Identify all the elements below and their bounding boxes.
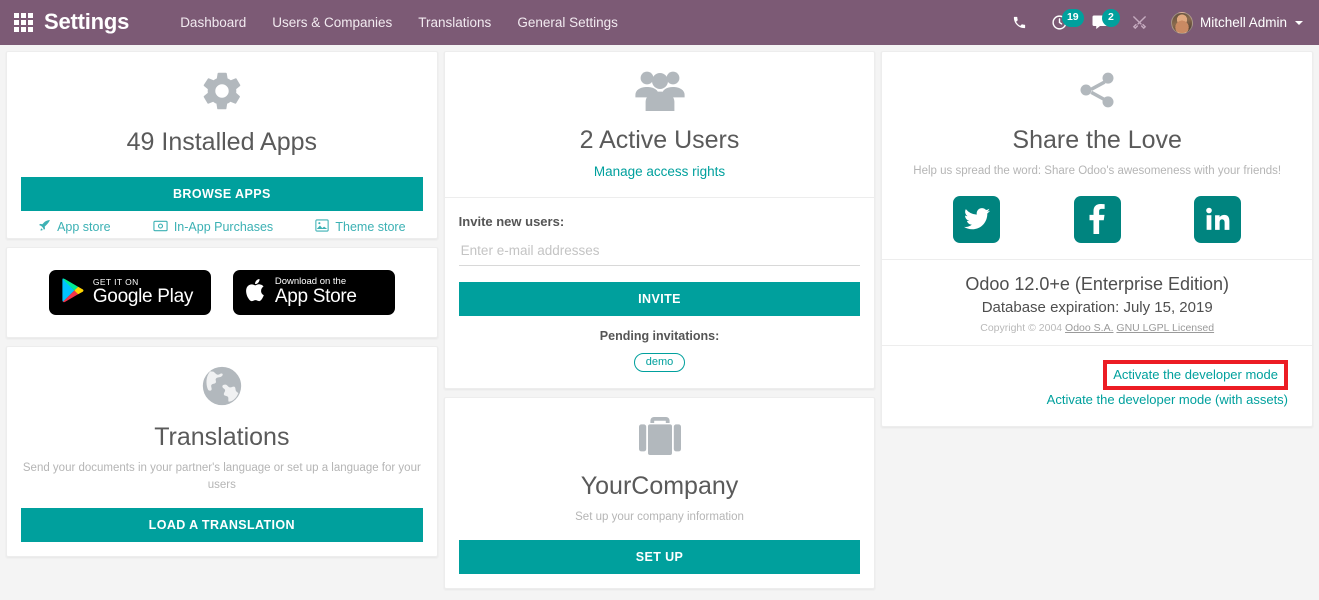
- tools-wrench-icon[interactable]: [1121, 0, 1159, 45]
- theme-store-link[interactable]: Theme store: [315, 219, 406, 235]
- load-translation-button[interactable]: LOAD A TRANSLATION: [21, 507, 423, 542]
- app-store-big-label: App Store: [274, 286, 357, 308]
- navbar-right-tools: 19 2 Mitchell Admin: [1001, 0, 1307, 45]
- manage-access-rights-link[interactable]: Manage access rights: [445, 164, 875, 179]
- odoo-version-label: Odoo 12.0+e (Enterprise Edition): [965, 273, 1229, 294]
- translations-card: Translations Send your documents in your…: [6, 346, 438, 557]
- globe-icon: [7, 363, 437, 414]
- database-expiration-label: Database expiration: July 15, 2019: [981, 298, 1213, 316]
- share-and-version-card: Share the Love Help us spread the word: …: [881, 51, 1314, 427]
- copyright-line: Copyright © 2004 Odoo S.A. GNU LGPL Lice…: [892, 322, 1302, 334]
- app-brand-title[interactable]: Settings: [44, 9, 129, 37]
- version-info: Odoo 12.0+e (Enterprise Edition) Databas…: [882, 260, 1312, 345]
- share-nodes-icon: [882, 68, 1312, 117]
- social-links: [882, 180, 1312, 259]
- active-users-title: 2 Active Users: [579, 126, 740, 154]
- gear-icon: [7, 68, 437, 119]
- gnu-lgpl-link[interactable]: GNU LGPL Licensed: [1116, 322, 1214, 334]
- menu-item-general-settings[interactable]: General Settings: [504, 3, 631, 42]
- app-store-badge[interactable]: Download on the App Store: [232, 270, 395, 316]
- main-menu: Dashboard Users & Companies Translations…: [167, 3, 631, 42]
- share-subtitle: Help us spread the word: Share Odoo's aw…: [913, 165, 1282, 177]
- settings-dashboard: 49 Installed Apps BROWSE APPS App store: [0, 45, 1319, 600]
- twitter-icon[interactable]: [953, 195, 1001, 243]
- in-app-purchases-label: In-App Purchases: [173, 220, 274, 234]
- linkedin-icon[interactable]: [1194, 195, 1242, 243]
- translations-subtitle: Send your documents in your partner's la…: [22, 462, 421, 491]
- company-card: YourCompany Set up your company informat…: [443, 397, 876, 589]
- active-users-card: 2 Active Users Manage access rights Invi…: [443, 51, 876, 389]
- copyright-prefix: Copyright © 2004: [980, 321, 1066, 334]
- odoo-sa-link[interactable]: Odoo S.A.: [1065, 322, 1113, 334]
- user-name-label: Mitchell Admin: [1199, 15, 1287, 30]
- browse-apps-button[interactable]: BROWSE APPS: [21, 177, 423, 211]
- image-icon: [315, 219, 330, 235]
- pending-invitations-label: Pending invitations:: [599, 329, 720, 343]
- activate-developer-mode-assets-link[interactable]: Activate the developer mode (with assets…: [1047, 390, 1288, 410]
- dashboard-column-3: Share the Love Help us spread the word: …: [881, 51, 1314, 427]
- pending-invitations-list: demo: [459, 352, 861, 372]
- mobile-apps-card: GET IT ON Google Play Download on the Ap…: [6, 247, 438, 339]
- company-subtitle: Set up your company information: [575, 511, 744, 523]
- pending-invitation-pill[interactable]: demo: [633, 353, 686, 372]
- apple-icon: [245, 277, 267, 308]
- google-play-badge[interactable]: GET IT ON Google Play: [48, 270, 211, 316]
- share-title: Share the Love: [1012, 126, 1182, 154]
- chevron-down-icon: [1295, 20, 1303, 25]
- installed-apps-card: 49 Installed Apps BROWSE APPS App store: [6, 51, 438, 239]
- installed-apps-title: 49 Installed Apps: [126, 128, 318, 156]
- rocket-icon: [38, 219, 51, 235]
- company-title: YourCompany: [580, 472, 739, 500]
- money-bill-icon: [153, 220, 168, 235]
- activate-developer-mode-link[interactable]: Activate the developer mode: [1113, 365, 1278, 385]
- menu-item-users-companies[interactable]: Users & Companies: [259, 3, 405, 42]
- translations-title: Translations: [154, 423, 290, 452]
- messages-count-badge: 2: [1101, 9, 1120, 27]
- developer-mode-highlight: Activate the developer mode: [1103, 359, 1289, 391]
- top-navbar: Settings Dashboard Users & Companies Tra…: [0, 0, 1319, 45]
- chat-messages-icon[interactable]: 2: [1081, 0, 1120, 45]
- clock-activity-icon[interactable]: 19: [1041, 0, 1084, 45]
- facebook-icon[interactable]: [1073, 195, 1121, 243]
- apps-grid-icon[interactable]: [8, 8, 38, 38]
- menu-item-translations[interactable]: Translations: [405, 3, 504, 42]
- users-group-icon: [445, 68, 875, 117]
- invite-button[interactable]: INVITE: [458, 282, 861, 316]
- user-menu[interactable]: Mitchell Admin: [1161, 0, 1307, 45]
- phone-icon[interactable]: [1001, 0, 1039, 45]
- briefcase-icon: [445, 414, 875, 463]
- menu-item-dashboard[interactable]: Dashboard: [167, 3, 259, 42]
- theme-store-label: Theme store: [335, 220, 406, 234]
- developer-mode-block: Activate the developer mode Activate the…: [882, 346, 1312, 426]
- dashboard-column-1: 49 Installed Apps BROWSE APPS App store: [6, 51, 438, 557]
- app-store-link-label: App store: [57, 220, 111, 234]
- google-play-big-label: Google Play: [92, 285, 194, 307]
- company-setup-button[interactable]: SET UP: [458, 539, 861, 574]
- apps-store-links: App store In-App Purchases Theme store: [7, 211, 437, 238]
- invite-email-input[interactable]: [458, 238, 861, 266]
- google-play-icon: [61, 277, 85, 308]
- dashboard-column-2: 2 Active Users Manage access rights Invi…: [443, 51, 876, 589]
- in-app-purchases-link[interactable]: In-App Purchases: [153, 220, 273, 235]
- invite-label: Invite new users:: [458, 214, 565, 229]
- user-avatar: [1170, 11, 1193, 34]
- app-store-link[interactable]: App store: [38, 219, 111, 235]
